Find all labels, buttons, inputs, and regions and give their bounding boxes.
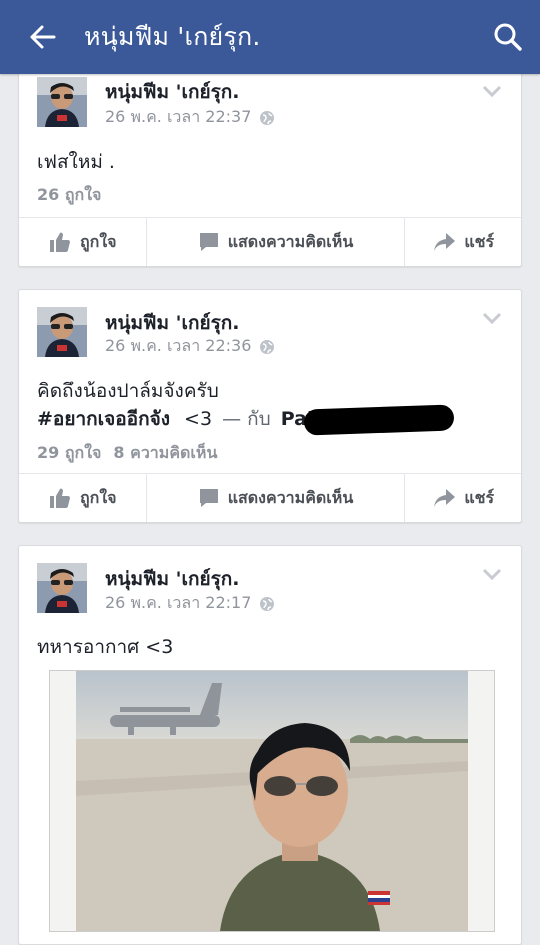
- globe-icon: [259, 339, 275, 355]
- comment-button[interactable]: แสดงความคิดเห็น: [147, 474, 406, 522]
- comment-icon: [199, 233, 218, 251]
- comment-label: แสดงความคิดเห็น: [227, 487, 354, 507]
- share-icon: [434, 233, 456, 251]
- avatar[interactable]: [37, 563, 87, 613]
- hashtag-link[interactable]: #อยากเจออีกจัง: [37, 408, 170, 430]
- reaction-counts[interactable]: 26 ถูกใจ: [37, 183, 101, 208]
- timestamp-text: 26 พ.ค. เวลา 22:17: [105, 593, 252, 612]
- search-icon: [494, 23, 522, 51]
- globe-icon: [259, 110, 275, 126]
- comment-button[interactable]: แสดงความคิดเห็น: [147, 218, 406, 266]
- with-label: — กับ: [222, 408, 271, 430]
- post-actions: ถูกใจ แสดงความคิดเห็น แชร์: [19, 473, 521, 522]
- timestamp-text: 26 พ.ค. เวลา 22:36: [105, 336, 252, 355]
- timestamp-text: 26 พ.ค. เวลา 22:37: [105, 107, 252, 126]
- comment-icon: [199, 489, 218, 507]
- redaction-mark: [303, 403, 454, 436]
- avatar[interactable]: [37, 307, 87, 357]
- post-text: ทหารอากาศ <3: [37, 636, 174, 658]
- comment-count[interactable]: 8 ความคิดเห็น: [113, 443, 217, 462]
- post-timestamp[interactable]: 26 พ.ค. เวลา 22:37: [105, 105, 275, 130]
- app-bar: หนุ่มฟีม 'เกย์รุก.: [0, 0, 540, 74]
- post-timestamp[interactable]: 26 พ.ค. เวลา 22:36: [105, 334, 275, 359]
- like-count[interactable]: 26 ถูกใจ: [37, 185, 101, 204]
- thumbs-up-icon: [49, 232, 70, 252]
- share-button[interactable]: แชร์: [405, 474, 521, 522]
- comment-label: แสดงความคิดเห็น: [227, 231, 354, 251]
- reaction-counts[interactable]: 29 ถูกใจ 8 ความคิดเห็น: [37, 441, 217, 466]
- chevron-down-icon[interactable]: [481, 310, 503, 326]
- thumbs-up-icon: [49, 488, 70, 508]
- airman-photo-illustration: [50, 671, 494, 931]
- profile-photo: [37, 77, 87, 127]
- share-icon: [434, 489, 456, 507]
- like-label: ถูกใจ: [79, 487, 117, 507]
- post-timestamp[interactable]: 26 พ.ค. เวลา 22:17: [105, 591, 275, 616]
- search-button[interactable]: [476, 0, 540, 74]
- post-author[interactable]: หนุ่มฟีม 'เกย์รุก.: [105, 564, 240, 594]
- post-card: หนุ่มฟีม 'เกย์รุก. 26 พ.ค. เวลา 22:17 ทห…: [18, 545, 522, 945]
- back-button[interactable]: [0, 0, 84, 74]
- like-button[interactable]: ถูกใจ: [19, 218, 147, 266]
- post-photo[interactable]: [49, 670, 495, 932]
- share-label: แชร์: [464, 231, 495, 251]
- share-label: แชร์: [464, 487, 495, 507]
- post-card: หนุ่มฟีม 'เกย์รุก. 26 พ.ค. เวลา 22:36 คิ…: [18, 289, 522, 523]
- avatar[interactable]: [37, 77, 87, 127]
- post-text-line: #อยากเจออีกจัง <3 — กับ Pal: [37, 403, 454, 436]
- like-label: ถูกใจ: [79, 231, 117, 251]
- post-card: หนุ่มฟีม 'เกย์รุก. 26 พ.ค. เวลา 22:37 เฟ…: [18, 60, 522, 267]
- globe-icon: [259, 596, 275, 612]
- post-text: เฟสใหม่ .: [37, 151, 115, 173]
- post-actions: ถูกใจ แสดงความคิดเห็น แชร์: [19, 217, 521, 266]
- back-arrow-icon: [30, 25, 56, 49]
- post-text-line: คิดถึงน้องปาล์มจังครับ: [37, 380, 219, 402]
- like-count[interactable]: 29 ถูกใจ: [37, 443, 101, 462]
- chevron-down-icon[interactable]: [481, 566, 503, 582]
- post-author[interactable]: หนุ่มฟีม 'เกย์รุก.: [105, 77, 240, 107]
- chevron-down-icon[interactable]: [481, 83, 503, 99]
- like-button[interactable]: ถูกใจ: [19, 474, 147, 522]
- profile-photo: [37, 563, 87, 613]
- page-title: หนุ่มฟีม 'เกย์รุก.: [84, 22, 261, 51]
- share-button[interactable]: แชร์: [405, 218, 521, 266]
- heart-emoticon: <3: [184, 408, 213, 430]
- profile-photo: [37, 307, 87, 357]
